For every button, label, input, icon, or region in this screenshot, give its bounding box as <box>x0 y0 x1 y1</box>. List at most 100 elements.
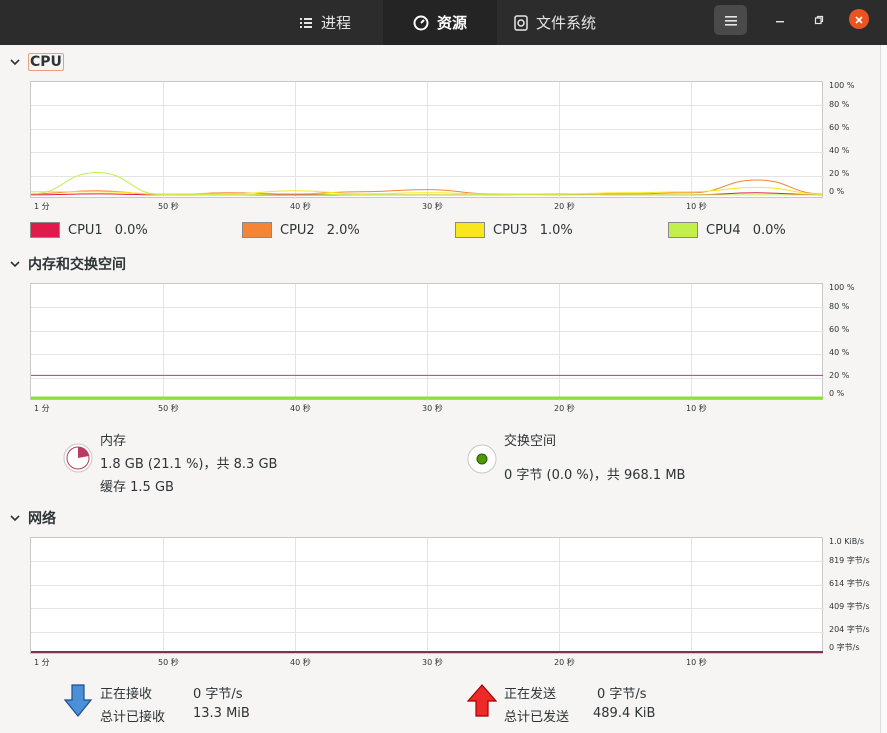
cpu2-color-swatch[interactable] <box>242 222 272 238</box>
list-icon <box>299 16 313 30</box>
y-tick-label: 80 % <box>829 100 850 109</box>
tab-processes[interactable]: 进程 <box>268 0 382 45</box>
swap-pie-icon[interactable] <box>467 444 497 474</box>
x-tick-label: 20 秒 <box>554 658 575 667</box>
x-tick-label: 40 秒 <box>290 658 311 667</box>
x-tick-label: 30 秒 <box>422 658 443 667</box>
tab-resources-label: 资源 <box>436 14 467 32</box>
cpu3-label: CPU3 <box>493 222 528 238</box>
x-tick-label: 1 分 <box>34 404 50 413</box>
x-tick-label: 10 秒 <box>686 404 707 413</box>
swap-value: 0 字节 (0.0 %)，共 968.1 MB <box>504 468 686 483</box>
tab-processes-label: 进程 <box>320 14 351 32</box>
chevron-down-icon <box>10 259 20 269</box>
x-tick-label: 40 秒 <box>290 404 311 413</box>
x-tick-label: 10 秒 <box>686 658 707 667</box>
cpu3-value: 1.0% <box>539 222 573 238</box>
receiving-value: 0 字节/s <box>193 687 243 702</box>
cpu4-value: 0.0% <box>752 222 786 238</box>
memory-section-title: 内存和交换空间 <box>28 257 126 273</box>
y-tick-label: 80 % <box>829 302 850 311</box>
minimize-button[interactable] <box>770 9 790 29</box>
restore-icon <box>814 10 824 29</box>
minimize-icon <box>775 10 785 29</box>
x-tick-label: 1 分 <box>34 658 50 667</box>
tab-resources[interactable]: 资源 <box>383 0 497 45</box>
y-tick-label: 20 % <box>829 371 850 380</box>
y-tick-label: 0 % <box>829 389 845 398</box>
cpu-history-graph <box>30 81 824 199</box>
disk-icon <box>514 14 528 31</box>
y-tick-label: 40 % <box>829 348 850 357</box>
total-sent-value: 489.4 KiB <box>593 706 656 721</box>
y-tick-label: 0 % <box>829 187 845 196</box>
x-tick-label: 30 秒 <box>422 404 443 413</box>
cpu2-value: 2.0% <box>326 222 360 238</box>
cpu3-color-swatch[interactable] <box>455 222 485 238</box>
tab-filesystems-label: 文件系统 <box>535 14 596 32</box>
gauge-icon <box>413 15 429 31</box>
cpu2-legend: CPU2 2.0% <box>242 222 360 238</box>
y-tick-label: 60 % <box>829 325 850 334</box>
x-tick-label: 30 秒 <box>422 202 443 211</box>
total-received-label: 总计已接收 <box>100 710 166 725</box>
cpu1-label: CPU1 <box>68 222 103 238</box>
hamburger-icon <box>724 11 737 30</box>
download-arrow-icon <box>63 684 94 717</box>
cpu3-legend: CPU3 1.0% <box>455 222 573 238</box>
x-tick-label: 50 秒 <box>158 404 179 413</box>
memory-section-header[interactable]: 内存和交换空间 <box>10 254 126 274</box>
sending-value: 0 字节/s <box>597 687 647 702</box>
restore-button[interactable] <box>809 9 829 29</box>
total-received-value: 13.3 MiB <box>193 706 250 721</box>
y-tick-label: 204 字节/s <box>829 625 870 634</box>
scrollbar[interactable] <box>880 45 887 733</box>
x-tick-label: 50 秒 <box>158 202 179 211</box>
ram-pie-icon[interactable] <box>63 443 93 473</box>
y-tick-label: 614 字节/s <box>829 579 870 588</box>
y-tick-label: 409 字节/s <box>829 602 870 611</box>
chevron-down-icon <box>10 513 20 523</box>
x-tick-label: 20 秒 <box>554 404 575 413</box>
cpu1-legend: CPU1 0.0% <box>30 222 148 238</box>
cpu-section-header[interactable]: CPU <box>10 53 64 71</box>
ram-value: 1.8 GB (21.1 %)，共 8.3 GB <box>100 457 278 472</box>
cache-value: 缓存 1.5 GB <box>100 480 174 495</box>
y-tick-label: 40 % <box>829 146 850 155</box>
cpu1-color-swatch[interactable] <box>30 222 60 238</box>
chevron-down-icon <box>10 57 20 67</box>
close-icon <box>854 10 864 29</box>
x-tick-label: 40 秒 <box>290 202 311 211</box>
y-tick-label: 100 % <box>829 81 855 90</box>
graph-canvas <box>31 82 824 199</box>
y-tick-label: 100 % <box>829 283 855 292</box>
ram-label: 内存 <box>100 434 127 449</box>
total-sent-label: 总计已发送 <box>504 710 570 725</box>
x-tick-label: 50 秒 <box>158 658 179 667</box>
cpu-section-title: CPU <box>28 53 64 71</box>
graph-canvas <box>31 284 824 401</box>
receiving-label: 正在接收 <box>100 687 153 702</box>
y-tick-label: 60 % <box>829 123 850 132</box>
y-tick-label: 20 % <box>829 169 850 178</box>
cpu1-value: 0.0% <box>114 222 148 238</box>
swap-label: 交换空间 <box>504 434 557 449</box>
y-tick-label: 1.0 KiB/s <box>829 537 865 546</box>
cpu4-label: CPU4 <box>706 222 741 238</box>
graph-canvas <box>31 538 824 655</box>
sending-label: 正在发送 <box>504 687 557 702</box>
x-tick-label: 20 秒 <box>554 202 575 211</box>
x-tick-label: 10 秒 <box>686 202 707 211</box>
tab-filesystems[interactable]: 文件系统 <box>498 0 612 45</box>
network-history-graph <box>30 537 824 655</box>
header-bar: 进程 资源 文件系统 <box>0 0 887 45</box>
cpu4-color-swatch[interactable] <box>668 222 698 238</box>
upload-arrow-icon <box>466 684 498 717</box>
memory-history-graph <box>30 283 824 401</box>
y-tick-label: 819 字节/s <box>829 556 870 565</box>
menu-button[interactable] <box>714 5 747 35</box>
y-tick-label: 0 字节/s <box>829 643 860 652</box>
close-button[interactable] <box>849 9 869 29</box>
network-section-header[interactable]: 网络 <box>10 508 56 528</box>
x-tick-label: 1 分 <box>34 202 50 211</box>
